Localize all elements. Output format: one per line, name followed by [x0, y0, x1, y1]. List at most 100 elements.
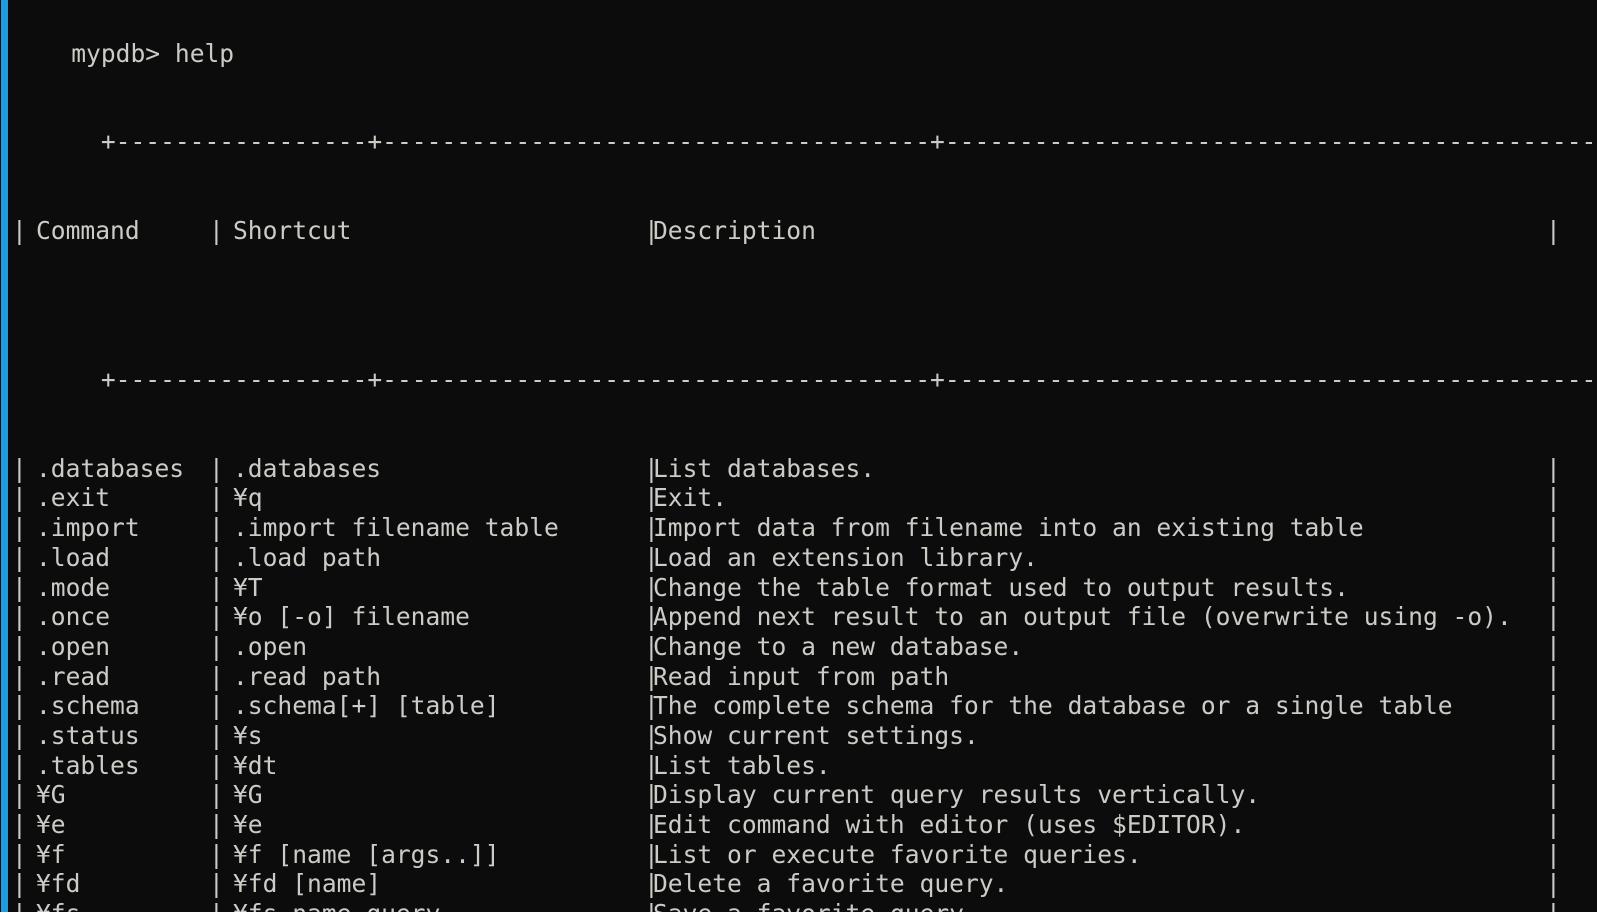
border-sep-1: |: [209, 216, 224, 246]
cell-shortcut: ¥T: [233, 572, 263, 602]
border-left: |: [12, 216, 27, 246]
cell-command: ¥f: [36, 839, 66, 869]
cell-description: Change to a new database.: [653, 631, 1024, 661]
table-row: | .status | ¥s | Show current settings. |: [12, 721, 1597, 751]
border-sep-1: |: [209, 869, 224, 899]
border-sep-1: |: [209, 780, 224, 810]
table-row: | .tables | ¥dt | List tables. |: [12, 751, 1597, 781]
border-sep-1: |: [209, 572, 224, 602]
table-row: | .once | ¥o [-o] filename | Append next resu…: [12, 602, 1597, 632]
cell-shortcut: ¥e: [233, 810, 263, 840]
border-sep-1: |: [209, 691, 224, 721]
cell-command: ¥e: [36, 810, 66, 840]
border-sep-1: |: [209, 899, 224, 912]
table-row: | .mode | ¥T | Change the table format used t…: [12, 573, 1597, 603]
border-sep-1: |: [209, 720, 224, 750]
border-left: |: [12, 720, 27, 750]
cell-description: Change the table format used to output r…: [653, 572, 1349, 602]
cell-command: .exit: [36, 483, 111, 513]
border-sep-1: |: [209, 542, 224, 572]
table-header-row: | Command | Shortcut | Description |: [12, 216, 1597, 246]
help-table: +-----------------+---------------------…: [12, 38, 1597, 912]
scrollbar-thumb[interactable]: [1, 0, 8, 912]
cell-description: Edit command with editor (uses $EDITOR).: [653, 810, 1246, 840]
cell-description: Load an extension library.: [653, 542, 1038, 572]
cell-command: .import: [36, 513, 140, 543]
table-row: | ¥fd | ¥fd [name] | Delete a favorite query.…: [12, 869, 1597, 899]
cell-description: Show current settings.: [653, 720, 979, 750]
cell-command: .status: [36, 720, 140, 750]
cell-shortcut: .read path: [233, 661, 382, 691]
scrollbar-track[interactable]: [0, 0, 9, 912]
cell-command: .once: [36, 602, 111, 632]
cell-shortcut: .schema[+] [table]: [233, 691, 500, 721]
cell-description: List or execute favorite queries.: [653, 839, 1142, 869]
border-left: |: [12, 869, 27, 899]
border-left: |: [12, 513, 27, 543]
cell-description: Save a favorite query.: [653, 899, 979, 912]
border-left: |: [12, 750, 27, 780]
border-sep-1: |: [209, 661, 224, 691]
cell-shortcut: .import filename table: [233, 513, 559, 543]
border-right: |: [1546, 483, 1561, 513]
table-row: | .read | .read path | Read input from path |: [12, 662, 1597, 692]
border-left: |: [12, 602, 27, 632]
border-left: |: [12, 810, 27, 840]
border-sep-1: |: [209, 453, 224, 483]
border-right: |: [1546, 839, 1561, 869]
header-command: Command: [36, 216, 140, 246]
cell-command: .load: [36, 542, 111, 572]
border-right: |: [1546, 899, 1561, 912]
cell-shortcut: ¥fd [name]: [233, 869, 382, 899]
table-row: | ¥G | ¥G | Display current query results ver…: [12, 780, 1597, 810]
border-left: |: [12, 483, 27, 513]
cell-shortcut: .databases: [233, 453, 382, 483]
cell-description: Delete a favorite query.: [653, 869, 1009, 899]
table-row: | .import | .import filename table | Import d…: [12, 513, 1597, 543]
cell-shortcut: .open: [233, 631, 308, 661]
cell-shortcut: ¥f [name [args..]]: [233, 839, 500, 869]
border-left: |: [12, 839, 27, 869]
cell-shortcut: ¥q: [233, 483, 263, 513]
border-left: |: [12, 661, 27, 691]
border-right: |: [1546, 810, 1561, 840]
border-right: |: [1546, 572, 1561, 602]
border-sep-1: |: [209, 810, 224, 840]
terminal-output[interactable]: near ".": syntax error mypdb> help +----…: [0, 0, 1597, 912]
table-header-rule: +-----------------+---------------------…: [100, 364, 1597, 394]
cell-shortcut: ¥s: [233, 720, 263, 750]
cell-description: Import data from filename into an existi…: [653, 513, 1364, 543]
cell-command: .read: [36, 661, 111, 691]
border-right: |: [1546, 780, 1561, 810]
table-top-rule: +-----------------+---------------------…: [100, 127, 1597, 157]
border-sep-1: |: [209, 513, 224, 543]
border-right: |: [1546, 602, 1561, 632]
cell-description: The complete schema for the database or …: [653, 691, 1453, 721]
table-row: | .exit | ¥q | Exit. |: [12, 483, 1597, 513]
cell-shortcut: .load path: [233, 542, 382, 572]
table-row: | ¥f | ¥f [name [args..]] | List or execute f…: [12, 840, 1597, 870]
border-left: |: [12, 453, 27, 483]
border-sep-1: |: [209, 839, 224, 869]
border-right: |: [1546, 513, 1561, 543]
table-row: | ¥e | ¥e | Edit command with editor (uses $E…: [12, 810, 1597, 840]
border-right: |: [1546, 869, 1561, 899]
cell-description: Read input from path: [653, 661, 950, 691]
table-row: | .load | .load path | Load an extension libr…: [12, 543, 1597, 573]
cell-shortcut: ¥o [-o] filename: [233, 602, 470, 632]
border-left: |: [12, 542, 27, 572]
cell-description: Append next result to an output file (ov…: [653, 602, 1512, 632]
table-body: | .databases | .databases | List databases. | |…: [12, 454, 1597, 912]
border-left: |: [12, 631, 27, 661]
cell-command: .tables: [36, 750, 140, 780]
cell-command: ¥fd: [36, 869, 81, 899]
border-right: |: [1546, 691, 1561, 721]
border-right: |: [1546, 453, 1561, 483]
table-row: | .open | .open | Change to a new database. |: [12, 632, 1597, 662]
border-right: |: [1546, 750, 1561, 780]
border-sep-1: |: [209, 631, 224, 661]
table-row: | ¥fs | ¥fs name query | Save a favorite quer…: [12, 899, 1597, 912]
table-row: | .schema | .schema[+] [table] | The complete…: [12, 691, 1597, 721]
border-sep-1: |: [209, 750, 224, 780]
cell-command: .mode: [36, 572, 111, 602]
